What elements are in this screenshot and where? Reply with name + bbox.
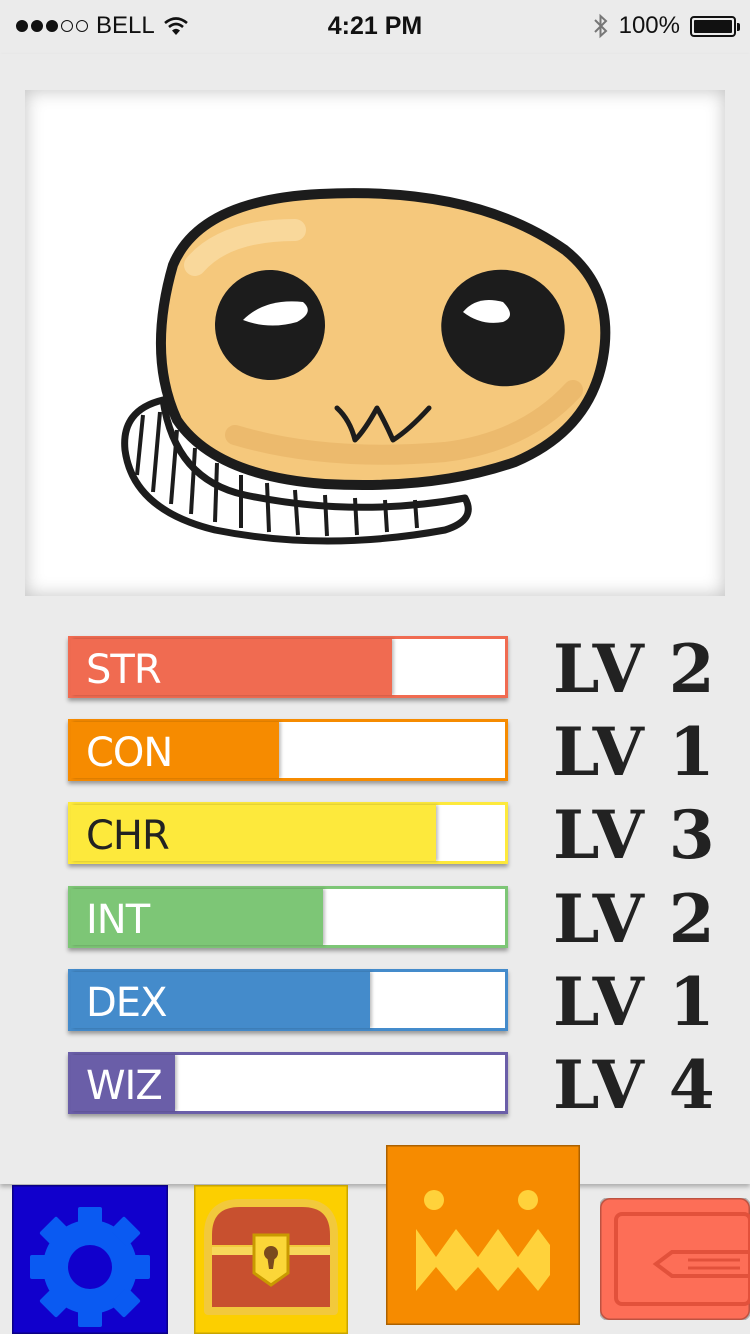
ticket-icon [600, 1198, 750, 1320]
stat-label: CON [86, 730, 173, 777]
stat-row-chr: CHR LV 3 [68, 796, 715, 874]
tab-inventory[interactable] [194, 1185, 348, 1334]
stat-level: LV 3 [553, 796, 716, 875]
stat-bar-chr: CHR [68, 802, 508, 865]
status-right: 100% [593, 12, 740, 40]
stat-level: LV 1 [553, 713, 716, 792]
stat-bar-wiz: WIZ [68, 1052, 508, 1114]
stat-row-dex: DEX LV 1 [68, 963, 715, 1041]
gear-icon [12, 1185, 168, 1334]
tab-settings[interactable] [12, 1185, 168, 1334]
bluetooth-icon [593, 13, 608, 39]
character-panel: STR LV 2 CON LV 1 CHR LV 3 INT LV 2 DEX LV 1 WIZ LV… [0, 54, 750, 1184]
stat-level: LV 2 [553, 630, 716, 708]
stat-row-con: CON LV 1 [68, 713, 715, 791]
stat-level: LV 4 [553, 1046, 716, 1124]
tab-character[interactable] [386, 1145, 580, 1325]
battery-percent: 100% [618, 12, 680, 39]
status-bar: BELL 4:21 PM 100% [0, 0, 750, 54]
stat-row-int: INT LV 2 [68, 880, 715, 958]
portrait-frame [25, 90, 725, 596]
stat-bar-con: CON [68, 719, 508, 782]
creature-portrait [121, 188, 611, 545]
treasure-chest-icon [194, 1185, 348, 1334]
stat-label: STR [86, 647, 162, 693]
stat-label: DEX [86, 979, 167, 1026]
stat-bar-int: INT [68, 885, 508, 948]
stat-row-wiz: WIZ LV 4 [68, 1046, 715, 1124]
battery-icon [690, 15, 740, 37]
stat-label: CHR [86, 813, 170, 860]
stat-label: INT [86, 896, 150, 943]
tab-tickets[interactable] [600, 1198, 750, 1320]
stat-level: LV 1 [553, 962, 716, 1041]
stat-bar-dex: DEX [68, 968, 508, 1031]
monster-face-icon [386, 1145, 580, 1325]
stat-bar-str: STR [68, 636, 508, 698]
stat-label: WIZ [86, 1063, 163, 1109]
stat-level: LV 2 [553, 879, 716, 958]
stat-row-str: STR LV 2 [68, 630, 715, 708]
